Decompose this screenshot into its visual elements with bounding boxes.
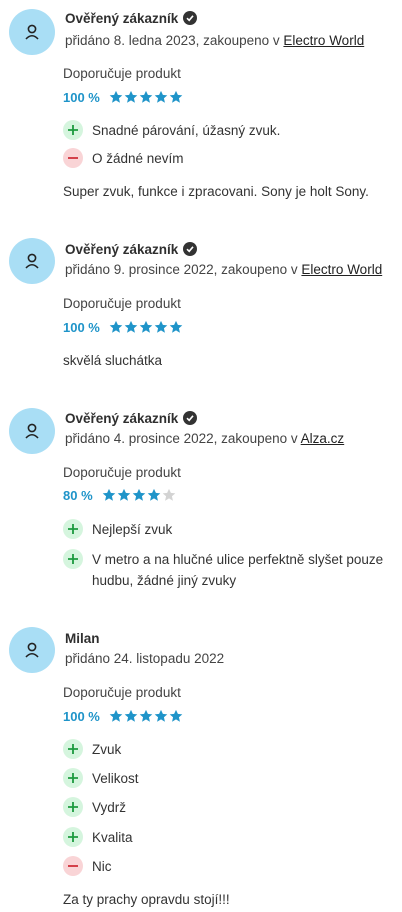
author-name: Ověřený zákazník — [65, 10, 179, 26]
rating-percent: 80 % — [63, 487, 93, 503]
review-meta: přidáno 8. ledna 2023, zakoupeno v Elect… — [65, 33, 364, 48]
star-icon — [154, 90, 168, 103]
review-text: skvělá sluchátka — [63, 353, 163, 368]
minus-icon — [63, 148, 83, 168]
store-link[interactable]: Electro World — [301, 262, 382, 277]
user-icon — [25, 253, 39, 269]
star-icon — [124, 90, 138, 103]
star-icon — [124, 320, 138, 333]
con-item: O žádné nevím — [63, 148, 402, 169]
check-badge-icon — [183, 242, 198, 256]
added-date: přidáno 4. prosince 2022, zakoupeno v — [65, 431, 301, 446]
star-icon — [139, 320, 153, 333]
recommends-label: Doporučuje produkt — [63, 685, 181, 700]
pro-item: Kvalita — [63, 827, 402, 848]
plus-icon — [63, 549, 83, 569]
star-rating — [109, 709, 183, 723]
author-name: Ověřený zákazník — [65, 241, 179, 257]
pro-item: Zvuk — [63, 739, 402, 760]
user-icon — [25, 423, 39, 439]
added-date: přidáno 9. prosince 2022, zakoupeno v — [65, 262, 302, 277]
pro-item: Vydrž — [63, 797, 402, 818]
user-avatar — [9, 238, 55, 284]
star-icon — [169, 320, 183, 333]
star-icon — [139, 90, 153, 103]
rating-percent: 100 % — [63, 89, 100, 105]
recommends-label: Doporučuje produkt — [63, 66, 181, 81]
star-icon — [169, 709, 183, 722]
rating: 100 % — [63, 318, 183, 336]
rating: 80 % — [63, 486, 176, 504]
star-icon — [117, 488, 130, 501]
user-icon — [25, 24, 39, 40]
rating-percent: 100 % — [63, 708, 100, 724]
user-avatar — [9, 9, 55, 55]
star-rating — [109, 90, 183, 104]
added-date: přidáno 8. ledna 2023, zakoupeno v — [65, 33, 284, 48]
user-avatar — [9, 408, 55, 454]
rating: 100 % — [63, 88, 183, 106]
pro-item: Velikost — [63, 768, 402, 789]
star-rating — [102, 488, 176, 502]
recommends-label: Doporučuje produkt — [63, 296, 181, 311]
review-author: Ověřený zákazník — [65, 9, 198, 27]
review-text: Super zvuk, funkce i zpracovani. Sony je… — [63, 184, 369, 199]
star-icon — [102, 488, 115, 501]
star-icon — [109, 90, 123, 103]
plus-icon — [63, 120, 83, 140]
star-icon — [169, 90, 183, 103]
author-name: Ověřený zákazník — [65, 410, 179, 426]
review-text: Za ty prachy opravdu stojí!!! — [63, 892, 230, 907]
pro-item: Snadné párování, úžasný zvuk. — [63, 120, 402, 141]
star-icon — [109, 320, 123, 333]
review-author: Ověřený zákazník — [65, 409, 198, 427]
star-icon — [154, 320, 168, 333]
star-icon — [147, 488, 160, 501]
star-icon — [154, 709, 168, 722]
plus-icon — [63, 739, 83, 759]
star-icon — [162, 488, 175, 501]
plus-icon — [63, 768, 83, 788]
rating: 100 % — [63, 707, 183, 725]
user-icon — [25, 642, 39, 658]
star-icon — [139, 709, 153, 722]
store-link[interactable]: Alza.cz — [301, 431, 345, 446]
con-item: Nic — [63, 856, 402, 877]
review-meta: přidáno 9. prosince 2022, zakoupeno v El… — [65, 262, 382, 277]
star-icon — [124, 709, 138, 722]
review-author: Milan — [65, 629, 100, 647]
plus-icon — [63, 519, 83, 539]
pro-item: V metro a na hlučné ulice perfektně slyš… — [63, 549, 402, 591]
review-meta: přidáno 24. listopadu 2022 — [65, 651, 224, 666]
review-meta: přidáno 4. prosince 2022, zakoupeno v Al… — [65, 431, 344, 446]
rating-percent: 100 % — [63, 319, 100, 335]
plus-icon — [63, 797, 83, 817]
store-link[interactable]: Electro World — [283, 33, 364, 48]
review-author: Ověřený zákazník — [65, 240, 198, 258]
star-icon — [132, 488, 145, 501]
check-badge-icon — [183, 411, 198, 425]
user-avatar — [9, 627, 55, 673]
added-date: přidáno 24. listopadu 2022 — [65, 651, 225, 666]
check-badge-icon — [183, 11, 198, 25]
plus-icon — [63, 827, 83, 847]
pro-item: Nejlepší zvuk — [63, 519, 402, 540]
star-icon — [109, 709, 123, 722]
star-rating — [109, 320, 183, 334]
minus-icon — [63, 856, 83, 876]
author-name: Milan — [65, 630, 100, 646]
recommends-label: Doporučuje produkt — [63, 465, 181, 480]
